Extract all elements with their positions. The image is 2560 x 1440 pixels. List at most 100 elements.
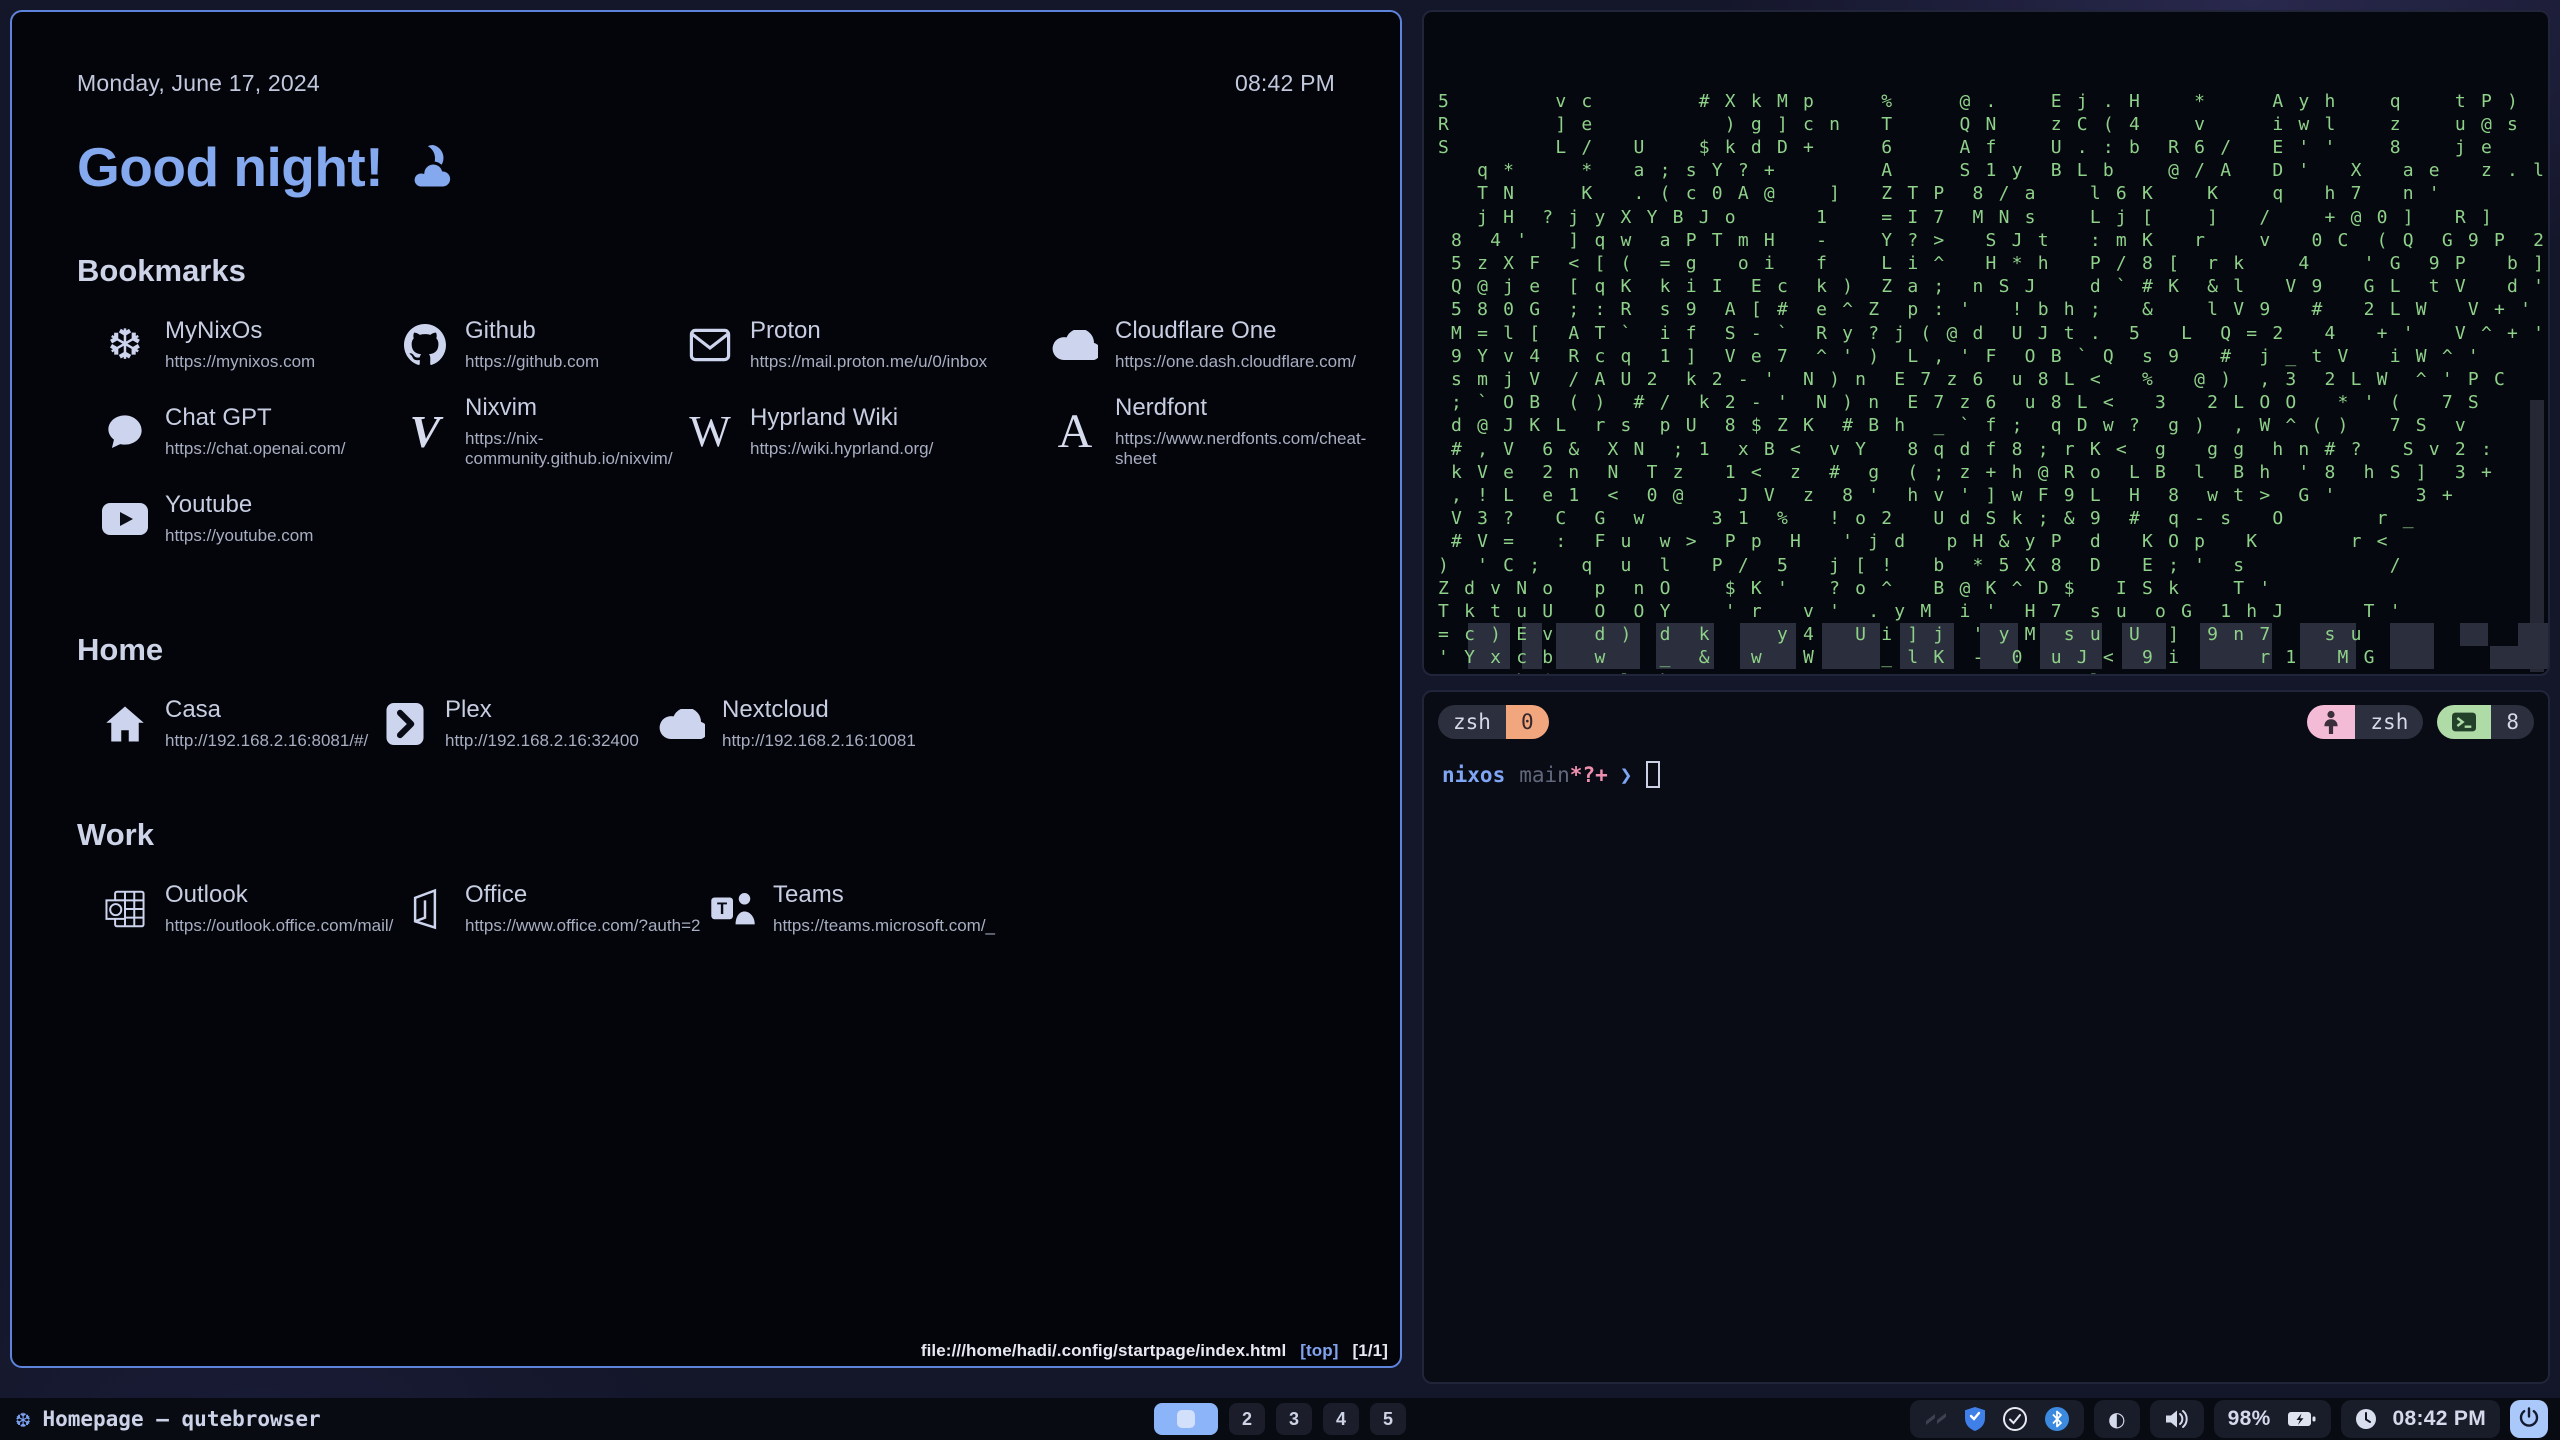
bookmark-name: MyNixOs	[165, 317, 315, 345]
clock-time: 08:42 PM	[2393, 1407, 2486, 1431]
shell-prompt[interactable]: nixos main *?+ ❯	[1442, 761, 2534, 788]
matrix-row: 5 v c # X k M p % @ . E j . H * A y h q …	[1438, 90, 2546, 113]
tab-label: zsh	[1438, 705, 1506, 739]
workspace-1-active[interactable]	[1154, 1403, 1218, 1435]
qutebrowser-window: Monday, June 17, 2024 08:42 PM Good nigh…	[10, 10, 1402, 1368]
matrix-row: 5 8 0 G ; : R s 9 A [ # e ^ Z p : ' ! b …	[1438, 298, 2546, 321]
clock-widget[interactable]: 08:42 PM	[2341, 1400, 2500, 1438]
section-title: Bookmarks	[77, 253, 1335, 289]
bookmark-link[interactable]: Outlook https://outlook.office.com/mail/	[101, 881, 401, 936]
bookmark-name: Proton	[750, 317, 987, 345]
matrix-rain: 5 v c # X k M p % @ . E j . H * A y h q …	[1438, 20, 2546, 674]
letter-a-icon: A	[1051, 408, 1099, 456]
prompt-git-branch: main	[1519, 763, 1570, 787]
bookmark-link[interactable]: T Teams https://teams.microsoft.com/_	[709, 881, 1335, 936]
bookmark-link[interactable]: Office https://www.office.com/?auth=2	[401, 881, 709, 936]
statusbar-scroll-position: [top]	[1300, 1341, 1338, 1360]
active-window-title[interactable]: ❆ Homepage — qutebrowser	[16, 1407, 321, 1431]
section-work: Work Outlook https://outlook.office.com/…	[77, 817, 1335, 936]
matrix-row: = c ) E v d ) d k y 4 U i ] j ' y M s u …	[1438, 623, 2546, 646]
matrix-row: s m j V / A U 2 k 2 - ' N ) n E 7 z 6 u …	[1438, 368, 2546, 391]
night-light-icon: ◐	[2108, 1407, 2125, 1431]
bookmark-link[interactable]: Proton https://mail.proton.me/u/0/inbox	[686, 317, 1051, 372]
bookmark-url: https://wiki.hyprland.org/	[750, 439, 933, 459]
plex-chevron-icon	[381, 700, 429, 748]
bluetooth-icon[interactable]	[2044, 1406, 2070, 1432]
outlook-icon	[101, 885, 149, 933]
person-icon	[2307, 705, 2355, 739]
bookmark-name: Chat GPT	[165, 404, 346, 432]
section-home: Home Casa http://192.168.2.16:8081/#/	[77, 632, 1335, 751]
startpage-header: Monday, June 17, 2024 08:42 PM	[77, 70, 1335, 97]
matrix-row: 5 z X F < [ ( = g o i f L i ^ H * h P / …	[1438, 252, 2546, 275]
desktop: Monday, June 17, 2024 08:42 PM Good nigh…	[0, 0, 2560, 1440]
bookmark-url: https://mail.proton.me/u/0/inbox	[750, 352, 987, 372]
status-pill: zsh	[2307, 705, 2423, 739]
bookmark-link[interactable]: Cloudflare One https://one.dash.cloudfla…	[1051, 317, 1366, 372]
tab-zsh[interactable]: zsh 0	[1438, 705, 1549, 739]
bookmark-name: Youtube	[165, 491, 313, 519]
workspace-switcher: 2345	[1154, 1403, 1406, 1435]
bookmark-name: Teams	[773, 881, 995, 909]
matrix-row: S L / U $ k d D + 6 A f U . : b R 6 / E …	[1438, 136, 2546, 159]
battery-percent: 98%	[2228, 1407, 2271, 1431]
matrix-row: 9 Y v 4 R c q 1 ] V e 7 ^ ' ) L , ' F O …	[1438, 345, 2546, 368]
bookmark-name: Plex	[445, 696, 639, 724]
bookmark-url: https://chat.openai.com/	[165, 439, 346, 459]
workspace-button[interactable]: 5	[1370, 1403, 1406, 1435]
tray-icon-group	[1910, 1400, 2084, 1438]
bookmark-name: Nerdfont	[1115, 394, 1366, 422]
bookmark-link[interactable]: Plex http://192.168.2.16:32400	[381, 696, 658, 751]
clock-icon	[2355, 1408, 2377, 1430]
matrix-row: d @ J K L r s p U 8 $ Z K # B h _ ` f ; …	[1438, 414, 2546, 437]
bookmark-name: Hyprland Wiki	[750, 404, 933, 432]
home-grid: Casa http://192.168.2.16:8081/#/ Plex ht…	[77, 696, 1335, 751]
night-light-toggle[interactable]: ◐	[2094, 1400, 2139, 1438]
greeting: Good night!	[77, 135, 1335, 199]
shell-terminal-window[interactable]: zsh 0 zsh 8 nixos main	[1422, 690, 2550, 1384]
workspace-button[interactable]: 3	[1276, 1403, 1312, 1435]
terminal-tabbar: zsh 0 zsh 8	[1438, 705, 2534, 739]
greeting-text: Good night!	[77, 135, 383, 199]
shield-icon[interactable]	[1964, 1406, 1986, 1432]
bookmark-url: http://192.168.2.16:10081	[722, 731, 916, 751]
bookmark-link[interactable]: Github https://github.com	[401, 317, 686, 372]
matrix-row: # , V 6 & X N ; 1 x B < v Y 8 q d f 8 ; …	[1438, 438, 2546, 461]
bookmark-link[interactable]: W Hyprland Wiki https://wiki.hyprland.or…	[686, 394, 1051, 469]
inactive-workspaces: 2345	[1229, 1403, 1406, 1435]
battery-icon	[2287, 1409, 2317, 1429]
check-circle-icon[interactable]	[2002, 1406, 2028, 1432]
bookmark-link[interactable]: A Nerdfont https://www.nerdfonts.com/che…	[1051, 394, 1366, 469]
bookmark-link[interactable]: Nextcloud http://192.168.2.16:10081	[658, 696, 1335, 751]
volume-control[interactable]	[2150, 1400, 2204, 1438]
bookmark-name: Nixvim	[465, 394, 686, 422]
github-icon	[401, 321, 449, 369]
power-button[interactable]	[2510, 1400, 2548, 1438]
battery-status[interactable]: 98%	[2214, 1400, 2331, 1438]
workspace-button[interactable]: 4	[1323, 1403, 1359, 1435]
youtube-play-icon	[101, 495, 149, 543]
section-bookmarks: Bookmarks ❆ MyNixOs https://mynixos.com	[77, 253, 1335, 546]
bookmark-url: http://192.168.2.16:32400	[445, 731, 639, 751]
bookmark-link[interactable]: Chat GPT https://chat.openai.com/	[101, 394, 401, 469]
bookmark-name: Office	[465, 881, 700, 909]
workspace-button[interactable]: 2	[1229, 1403, 1265, 1435]
bookmark-link[interactable]: Youtube https://youtube.com	[101, 491, 401, 546]
nix-snowflake-icon: ❆	[101, 321, 149, 369]
matrix-row: q * * a ; s Y ? + A S 1 y B L b @ / A D …	[1438, 159, 2546, 182]
bookmark-link[interactable]: ❆ MyNixOs https://mynixos.com	[101, 317, 401, 372]
bookmark-name: Casa	[165, 696, 368, 724]
nix-snowflake-icon: ❆	[16, 1407, 30, 1431]
bookmark-link[interactable]: V Nixvim https://nix-community.github.io…	[401, 394, 686, 469]
cloud-icon	[658, 700, 706, 748]
bookmark-url: https://www.office.com/?auth=2	[465, 916, 700, 936]
matrix-row: , ! L e 1 < 0 @ J V z 8 ' h v ' ] w F 9 …	[1438, 484, 2546, 507]
time-label: 08:42 PM	[1235, 70, 1335, 97]
bookmark-name: Outlook	[165, 881, 393, 909]
date-label: Monday, June 17, 2024	[77, 70, 320, 97]
bookmark-name: Cloudflare One	[1115, 317, 1356, 345]
bookmark-link[interactable]: Casa http://192.168.2.16:8081/#/	[101, 696, 381, 751]
section-title: Work	[77, 817, 1335, 853]
matrix-row: 8 4 ' ] q w a P T m H - Y ? > S J t : m …	[1438, 229, 2546, 252]
connect-arrows-icon[interactable]	[1924, 1408, 1948, 1430]
